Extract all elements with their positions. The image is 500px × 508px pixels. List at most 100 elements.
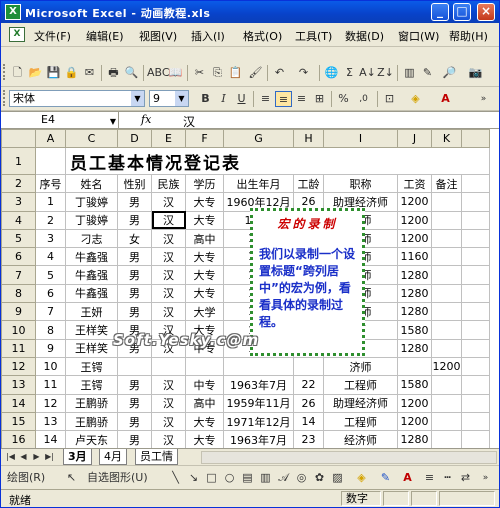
cell[interactable] [431,247,462,267]
textbox-icon[interactable]: ▤ [239,470,256,486]
diagram-icon[interactable]: ◎ [293,470,310,486]
row-header[interactable]: 6 [1,247,36,267]
cell[interactable] [431,283,462,304]
column-header[interactable]: H [293,129,324,148]
formula-input[interactable]: 汉 [183,113,195,130]
merge-center-icon[interactable]: ⊞ [311,91,328,107]
cell[interactable] [461,411,490,432]
cell[interactable]: 中专 [185,375,224,395]
cell[interactable]: 1971年12月 [223,411,294,432]
cell[interactable] [431,192,462,212]
cell[interactable]: 1280 [397,265,432,285]
permission-icon[interactable]: 🔒 [63,65,80,81]
cell[interactable]: 王锷 [65,356,118,377]
cell[interactable]: 王鹏骄 [65,411,118,432]
toolbar-options-icon[interactable]: » [475,91,492,107]
increase-decimal-button[interactable]: ,0 [355,91,372,107]
cell[interactable] [461,375,490,395]
select-objects-icon[interactable]: ↖ [63,470,80,486]
cell[interactable] [397,356,432,377]
cell[interactable]: 26 [293,393,324,413]
camera-icon[interactable]: 📷 [467,65,484,81]
cell[interactable]: 1963年7月 [223,375,294,395]
cell[interactable] [431,393,462,413]
cell[interactable]: 王妍 [65,302,118,322]
row-header[interactable]: 11 [1,338,36,358]
cell[interactable] [431,375,462,395]
cell[interactable]: 1 [35,192,66,212]
format-painter-icon[interactable]: 🖌 [247,65,264,81]
toolbar-grip[interactable] [3,90,6,106]
cell[interactable]: 9 [35,338,66,358]
cell[interactable]: 汉 [151,393,186,413]
cell[interactable] [461,192,490,212]
cell[interactable]: 1200 [397,210,432,230]
header-cell[interactable]: 序号 [35,173,66,194]
research-icon[interactable]: 📖 [167,65,184,81]
percent-button[interactable]: % [335,91,352,107]
cell[interactable]: 1580 [397,320,432,340]
header-cell[interactable]: 备注 [431,173,462,194]
chevron-down-icon[interactable]: ▼ [175,91,188,106]
cell[interactable]: 牛鑫强 [65,283,118,304]
cell[interactable] [461,210,490,230]
bold-button[interactable]: B [197,91,214,107]
open-icon[interactable]: 📂 [27,65,44,81]
hyperlink-icon[interactable]: 🌐 [323,65,340,81]
column-header[interactable]: F [185,129,224,148]
name-box[interactable]: E4 ▼ [3,112,119,128]
cell[interactable]: 大专 [185,283,224,304]
cell[interactable] [431,411,462,432]
row-header[interactable]: 9 [1,302,36,322]
cut-icon[interactable]: ✂ [191,65,208,81]
cell[interactable] [431,338,462,358]
excel-app-icon[interactable]: X [5,4,21,20]
cell[interactable]: 7 [35,302,66,322]
cell[interactable]: 汉 [151,247,186,267]
cell[interactable]: 1200 [397,192,432,212]
insert-function-button[interactable]: fx [141,113,151,126]
row-header[interactable]: 3 [1,192,36,212]
cell[interactable] [461,430,490,448]
cell[interactable] [431,430,462,448]
cell[interactable]: 8 [35,320,66,340]
cell[interactable]: 5 [35,265,66,285]
menu-edit[interactable]: 编辑(E) [86,28,124,44]
cell[interactable]: 1280 [397,302,432,322]
menu-file[interactable]: 文件(F) [34,28,71,44]
drawing-icon[interactable]: ✎ [419,65,436,81]
cell[interactable]: 男 [117,375,152,395]
cell[interactable] [431,265,462,285]
cell[interactable]: 1963年7月 [223,430,294,448]
cell[interactable]: 汉 [151,283,186,304]
tab-april[interactable]: 4月 [99,449,127,465]
wordart-icon[interactable]: 𝒜 [275,470,292,486]
header-cell[interactable]: 民族 [151,173,186,194]
cell[interactable]: 10 [35,356,66,377]
line-icon[interactable]: ╲ [167,470,184,486]
align-center-icon[interactable]: ≡ [275,91,292,107]
clipart-icon[interactable]: ✿ [311,470,328,486]
column-header[interactable]: G [223,129,294,148]
row-header[interactable]: 16 [1,430,36,448]
arrow-style-icon[interactable]: ⇄ [457,470,474,486]
cell[interactable] [293,356,324,377]
fill-color-icon[interactable]: ◈ [407,91,424,107]
new-icon[interactable]: 🗋 [9,65,26,81]
cell[interactable] [461,320,490,340]
cell[interactable] [431,210,462,230]
cell[interactable]: 2 [35,210,66,230]
cell[interactable] [461,173,490,194]
cell[interactable]: 济师 [323,356,398,377]
cell[interactable]: 丁骏婷 [65,210,118,230]
prev-sheet-icon[interactable]: ◀ [18,451,29,463]
row-header[interactable]: 12 [1,356,36,377]
cell[interactable]: 1280 [397,283,432,304]
cell[interactable]: 1280 [397,430,432,448]
cell[interactable]: 高中 [185,393,224,413]
cell[interactable] [461,356,490,377]
cell[interactable]: 大专 [185,247,224,267]
print-preview-icon[interactable]: 🔍 [123,65,140,81]
align-left-icon[interactable]: ≡ [257,91,274,107]
cell[interactable]: 6 [35,283,66,304]
